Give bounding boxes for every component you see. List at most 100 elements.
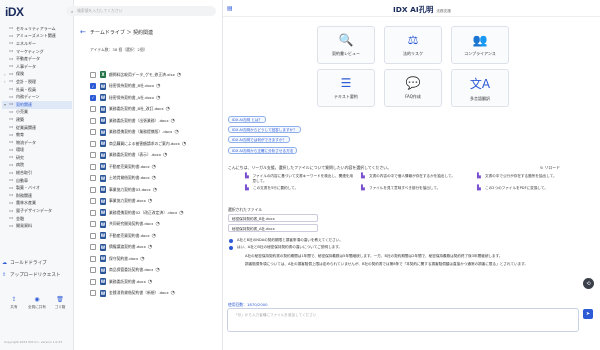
send-button[interactable]: ➤: [583, 309, 593, 319]
file-checkbox[interactable]: [90, 221, 96, 228]
selected-file-chip[interactable]: 秘密保持契約書_B社.docx: [228, 214, 318, 222]
file-checkbox[interactable]: [90, 163, 96, 170]
file-row[interactable]: W 金銭消費貸借契約書（新規）.docx ◔: [90, 288, 222, 300]
sidebar-item[interactable]: ▭ 従業員関連: [2, 124, 72, 132]
sidebar-item[interactable]: ▭ 教育: [2, 131, 72, 139]
menu-icon[interactable]: ▤: [227, 5, 233, 12]
sidebar-item[interactable]: ▭ 研究: [2, 154, 72, 162]
ai-tool-card[interactable]: ☰ テキスト要約: [317, 69, 375, 107]
file-row[interactable]: W 業務委託契約書（出張業務）.docx ◔: [90, 115, 222, 127]
sidebar-item-label: セキュリティアラーム: [16, 25, 56, 31]
suggested-prompt-button[interactable]: IDX AI孔明から正確に分析させる方法: [228, 146, 298, 154]
file-row[interactable]: W 共同研究開発契約書.docx ◔: [90, 219, 222, 231]
ai-tool-card[interactable]: 🔍 契約書レビュー: [317, 26, 375, 64]
sidebar-item[interactable]: ▭ 開発資料: [2, 222, 72, 230]
file-row[interactable]: W 不動産売買契約書.docx ◔: [90, 230, 222, 242]
sidebar-item[interactable]: ▭ 病院: [2, 162, 72, 170]
file-checkbox[interactable]: [90, 175, 96, 182]
file-checkbox[interactable]: [90, 255, 96, 262]
file-checkbox[interactable]: [90, 106, 96, 113]
file-checkbox[interactable]: [90, 152, 96, 159]
file-checkbox[interactable]: [90, 209, 96, 216]
suggested-prompt-button[interactable]: IDX AI孔明 とは？: [228, 116, 267, 123]
sidebar-section-cold-drive[interactable]: ☁ コールドドライブ: [2, 258, 72, 267]
file-row[interactable]: W 業務提携契約書（業務提携版）.docx ◔: [90, 127, 222, 139]
file-row[interactable]: W 不動産売買契約書.docx ◔: [90, 161, 222, 173]
file-row[interactable]: X 顧問料比較用データ_ゲモ_修正済.xlsx ◔: [90, 69, 222, 81]
file-row[interactable]: W 業務委託契約書.docx ◔: [90, 276, 222, 288]
chat-input[interactable]: 「@」から入力者種にファイルを追加してください: [227, 308, 579, 332]
sidebar-item[interactable]: ▭ 建築: [2, 116, 72, 124]
ai-tool-card[interactable]: 文A 多言語翻訳: [451, 69, 509, 107]
sidebar-item[interactable]: › ▭ 会計・税理: [2, 78, 72, 86]
file-checkbox[interactable]: [90, 198, 96, 205]
sidebar-item[interactable]: ▭ 環境: [2, 147, 72, 155]
file-checkbox[interactable]: [90, 117, 96, 124]
sidebar-item[interactable]: ▭ 不動産データ: [2, 55, 72, 63]
sidebar-item[interactable]: ▭ 製薬・バイオ: [2, 184, 72, 192]
sidebar-item[interactable]: ▭ 物流データ: [2, 139, 72, 147]
sidebar-item[interactable]: ▭ 金融: [2, 215, 72, 223]
sidebar-item[interactable]: ▭ 自動車: [2, 177, 72, 185]
search-bar[interactable]: ⌕ 検索値を入力してください: [66, 6, 216, 16]
sidebar-item[interactable]: ▭ エネルギー: [2, 40, 72, 48]
sidebar-item[interactable]: ▭ マーケティング: [2, 48, 72, 56]
file-checkbox[interactable]: [90, 278, 96, 285]
sidebar-item[interactable]: › ▭ 保険: [2, 71, 72, 79]
sidebar-item[interactable]: ▭ 量子デザインデータ: [2, 207, 72, 215]
sidebar-item[interactable]: ▭ 小売業: [2, 109, 72, 117]
suggested-prompt-button[interactable]: IDX AI孔明では何ができますか？: [228, 136, 291, 144]
file-checkbox[interactable]: [90, 186, 96, 193]
file-checkbox[interactable]: ✓: [90, 83, 96, 90]
file-checkbox[interactable]: [90, 290, 96, 297]
sidebar-item[interactable]: ▭ 農林水産業: [2, 200, 72, 208]
file-row[interactable]: W 業務提携契約書02（改正改定済）.docx ◔: [90, 207, 222, 219]
share-all-button[interactable]: ◉ 全員に共有: [27, 296, 47, 310]
sidebar-item[interactable]: ▭ 総合取引: [2, 169, 72, 177]
file-row[interactable]: W 事業協力契約書.docx ◔: [90, 196, 222, 208]
file-checkbox[interactable]: [90, 71, 96, 78]
file-checkbox[interactable]: [90, 140, 96, 147]
file-row[interactable]: W 事業協力契約書03.docx ◔: [90, 184, 222, 196]
file-checkbox[interactable]: [90, 129, 96, 136]
back-arrow-icon[interactable]: ←: [80, 28, 86, 36]
file-row[interactable]: W 商品購買による被害額請求のご案内.docx ◔: [90, 138, 222, 150]
file-row[interactable]: W 業務委託契約書_B社_改訂.docx ◔: [90, 104, 222, 116]
file-row[interactable]: W 商品保管委託契約書.docx ◔: [90, 265, 222, 277]
folder-icon: ▭: [9, 79, 14, 85]
file-row[interactable]: W 業務委託契約書（表示）.docx ◔: [90, 150, 222, 162]
action-suggestion[interactable]: ▙ 文書の内容の中で個人情報が存在するかを抽出して。: [361, 174, 471, 183]
action-suggestion[interactable]: ▙ 文書の中で公行が存在する箇所を抽出して。: [477, 174, 587, 183]
sidebar-item[interactable]: ▭ 社員・役員: [2, 86, 72, 94]
sidebar-item[interactable]: ▭ 内務ディーン: [2, 93, 72, 101]
action-suggestion[interactable]: ▙ この文書を5行に要約して。: [245, 186, 355, 191]
file-checkbox[interactable]: [90, 232, 96, 239]
history-icon[interactable]: ⟲: [583, 278, 594, 289]
ai-tool-card[interactable]: ⚖ 法的リスク: [384, 26, 442, 64]
sidebar-item[interactable]: ▭ 人事データ: [2, 63, 72, 71]
suggested-prompt-button[interactable]: IDX AI孔明からどうして回答しますか？: [228, 126, 301, 134]
sidebar-section-upload-request[interactable]: ⇧ アップロードリクエスト: [2, 270, 72, 279]
ai-tool-card[interactable]: 👥 コンプライアンス: [451, 26, 509, 64]
selected-file-chip[interactable]: 秘密保持契約書_A社.docx: [228, 224, 318, 232]
search-input[interactable]: 検索値を入力してください: [77, 8, 122, 14]
file-row[interactable]: W 債権譲渡契約書.docx ◔: [90, 242, 222, 254]
file-checkbox[interactable]: ✓: [90, 94, 96, 101]
action-suggestion[interactable]: ▙ この2つのファイルをPDFに変換して。: [477, 186, 587, 191]
file-row[interactable]: ✓ W 秘密保持契約書_B社.docx ◔: [90, 81, 222, 93]
sidebar-item[interactable]: ▭ セキュリティアラーム: [2, 25, 72, 33]
file-checkbox[interactable]: [90, 244, 96, 251]
file-row[interactable]: ✓ W 秘密保持契約書_A社.docx ◔: [90, 92, 222, 104]
reload-button[interactable]: ↻ リロード: [540, 165, 560, 171]
action-suggestion[interactable]: ▙ ファイルを見て意味すべき部分を抽出して。: [361, 186, 471, 191]
file-checkbox[interactable]: [90, 267, 96, 274]
file-row[interactable]: W 保守契約書.docx ◔: [90, 253, 222, 265]
file-row[interactable]: W 土地賃貸借契約書.docx ◔: [90, 173, 222, 185]
trash-button[interactable]: 🗑 ゴミ箱: [50, 296, 70, 310]
action-suggestion[interactable]: ▙ ファイルの内容に基づいて文書キーワードを検出し、関連を用意して。: [245, 174, 355, 183]
sidebar-item[interactable]: ▭ アミューズメント関連: [2, 33, 72, 41]
sidebar-item[interactable]: ▾ ▭ 契約関連: [2, 100, 72, 109]
share-button[interactable]: ⇪ 共有: [4, 296, 24, 310]
sidebar-item[interactable]: ▭ 財務関連: [2, 192, 72, 200]
ai-tool-card[interactable]: 💬 FAQ作成: [384, 69, 442, 107]
